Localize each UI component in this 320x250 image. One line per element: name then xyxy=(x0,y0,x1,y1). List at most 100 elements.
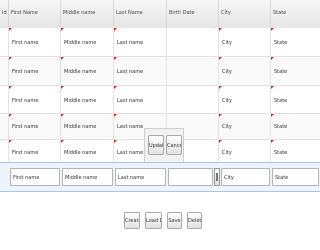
dirty-marker xyxy=(114,140,117,143)
city-field[interactable]: City xyxy=(221,168,270,186)
first-name-cell[interactable]: First name xyxy=(9,86,61,113)
row-editor-buttons: Update Cancel xyxy=(144,128,184,162)
middle-name-cell[interactable]: Middle name xyxy=(61,114,114,139)
dirty-marker xyxy=(114,28,117,31)
save-button[interactable]: Save xyxy=(167,212,182,229)
dirty-marker xyxy=(271,28,274,31)
state-cell[interactable]: State xyxy=(271,140,320,162)
middle-name-cell[interactable]: Middle name xyxy=(61,140,114,162)
cancel-button[interactable]: Cancel xyxy=(166,135,182,155)
column-header-first-name[interactable]: First Name xyxy=(9,0,61,28)
birth-date-cell[interactable] xyxy=(167,28,219,56)
cell-text: State xyxy=(274,150,288,156)
birth-date-field[interactable] xyxy=(168,168,213,186)
city-cell[interactable]: City xyxy=(219,28,271,56)
middle-name-field[interactable]: Middle name xyxy=(62,168,113,186)
dirty-marker xyxy=(271,114,274,117)
middle-name-cell[interactable]: Middle name xyxy=(61,86,114,113)
dirty-marker xyxy=(271,140,274,143)
data-grid: Id First Name Middle name Last Name Birt… xyxy=(0,0,320,250)
delete-button[interactable]: Delete xyxy=(187,212,202,229)
city-cell[interactable]: City xyxy=(219,57,271,85)
cell-text: First name xyxy=(12,150,39,156)
dirty-marker xyxy=(9,57,12,60)
first-name-cell[interactable]: First name xyxy=(9,114,61,139)
column-header-city[interactable]: City xyxy=(219,0,271,28)
cell-text: Middle name xyxy=(64,124,97,130)
cell-text: First name xyxy=(12,40,39,46)
column-header-state[interactable]: State xyxy=(271,0,320,28)
cell-text: State xyxy=(274,98,288,104)
last-name-cell[interactable]: Last name xyxy=(114,86,167,113)
cell-text: State xyxy=(274,124,288,130)
dirty-marker xyxy=(61,28,64,31)
dirty-marker xyxy=(9,140,12,143)
birth-date-cell[interactable] xyxy=(167,57,219,85)
first-name-field[interactable]: First name xyxy=(10,168,60,186)
first-name-cell[interactable]: First name xyxy=(9,28,61,56)
cell-text: Last name xyxy=(117,69,144,75)
middle-name-cell[interactable]: Middle name xyxy=(61,28,114,56)
last-name-cell[interactable]: Last name xyxy=(114,57,167,85)
cell-text: First name xyxy=(12,124,39,130)
table-row[interactable]: First name Middle name Last name City St… xyxy=(0,86,320,114)
cell-text: City xyxy=(222,150,232,156)
dirty-marker xyxy=(61,57,64,60)
birth-date-cell[interactable] xyxy=(167,86,219,113)
state-field[interactable]: State xyxy=(272,168,319,186)
dirty-marker xyxy=(219,114,222,117)
table-row[interactable]: First name Middle name Last name City St… xyxy=(0,28,320,57)
column-header-label: State xyxy=(273,10,287,16)
cell-text: City xyxy=(222,69,232,75)
cell-text: Middle name xyxy=(64,98,97,104)
id-cell[interactable] xyxy=(0,57,9,85)
dirty-marker xyxy=(114,86,117,89)
state-cell[interactable]: State xyxy=(271,114,320,139)
cell-text: City xyxy=(222,124,232,130)
state-cell[interactable]: State xyxy=(271,86,320,113)
last-name-field[interactable]: Last name xyxy=(115,168,166,186)
dirty-marker xyxy=(114,57,117,60)
row-editor: First name Middle name Last name City St… xyxy=(0,162,320,192)
first-name-cell[interactable]: First name xyxy=(9,140,61,162)
first-name-cell[interactable]: First name xyxy=(9,57,61,85)
update-button[interactable]: Update xyxy=(148,135,164,155)
dirty-marker xyxy=(9,86,12,89)
dirty-marker xyxy=(271,57,274,60)
cell-text: State xyxy=(274,69,288,75)
column-header-last-name[interactable]: Last Name xyxy=(114,0,167,28)
cell-text: Middle name xyxy=(64,69,97,75)
state-cell[interactable]: State xyxy=(271,57,320,85)
id-cell[interactable] xyxy=(0,28,9,56)
column-header-label: Birth Date xyxy=(169,10,195,16)
column-header-label: City xyxy=(221,10,231,16)
cell-text: Middle name xyxy=(64,40,97,46)
city-cell[interactable]: City xyxy=(219,140,271,162)
column-header-id[interactable]: Id xyxy=(0,0,9,28)
toolbar: Create Load Data Save Delete xyxy=(0,192,320,250)
column-header-label: Middle name xyxy=(63,10,96,16)
column-header-middle-name[interactable]: Middle name xyxy=(61,0,114,28)
id-cell[interactable] xyxy=(0,140,9,162)
city-cell[interactable]: City xyxy=(219,86,271,113)
middle-name-cell[interactable]: Middle name xyxy=(61,57,114,85)
dirty-marker xyxy=(61,86,64,89)
cell-text: First name xyxy=(12,98,39,104)
cell-text: Last name xyxy=(117,150,144,156)
dirty-marker xyxy=(219,86,222,89)
load-data-button[interactable]: Load Data xyxy=(145,212,162,229)
id-cell[interactable] xyxy=(0,86,9,113)
create-button[interactable]: Create xyxy=(124,212,140,229)
state-cell[interactable]: State xyxy=(271,28,320,56)
column-header-label: Last Name xyxy=(116,10,143,16)
last-name-cell[interactable]: Last name xyxy=(114,28,167,56)
date-picker-trigger-icon[interactable] xyxy=(214,168,220,186)
column-header-label: Id xyxy=(2,10,7,16)
id-cell[interactable] xyxy=(0,114,9,139)
cell-text: City xyxy=(222,98,232,104)
table-row[interactable]: First name Middle name Last name City St… xyxy=(0,57,320,86)
cell-text: Last name xyxy=(117,98,144,104)
column-header-birth-date[interactable]: Birth Date xyxy=(167,0,219,28)
dirty-marker xyxy=(61,140,64,143)
city-cell[interactable]: City xyxy=(219,114,271,139)
